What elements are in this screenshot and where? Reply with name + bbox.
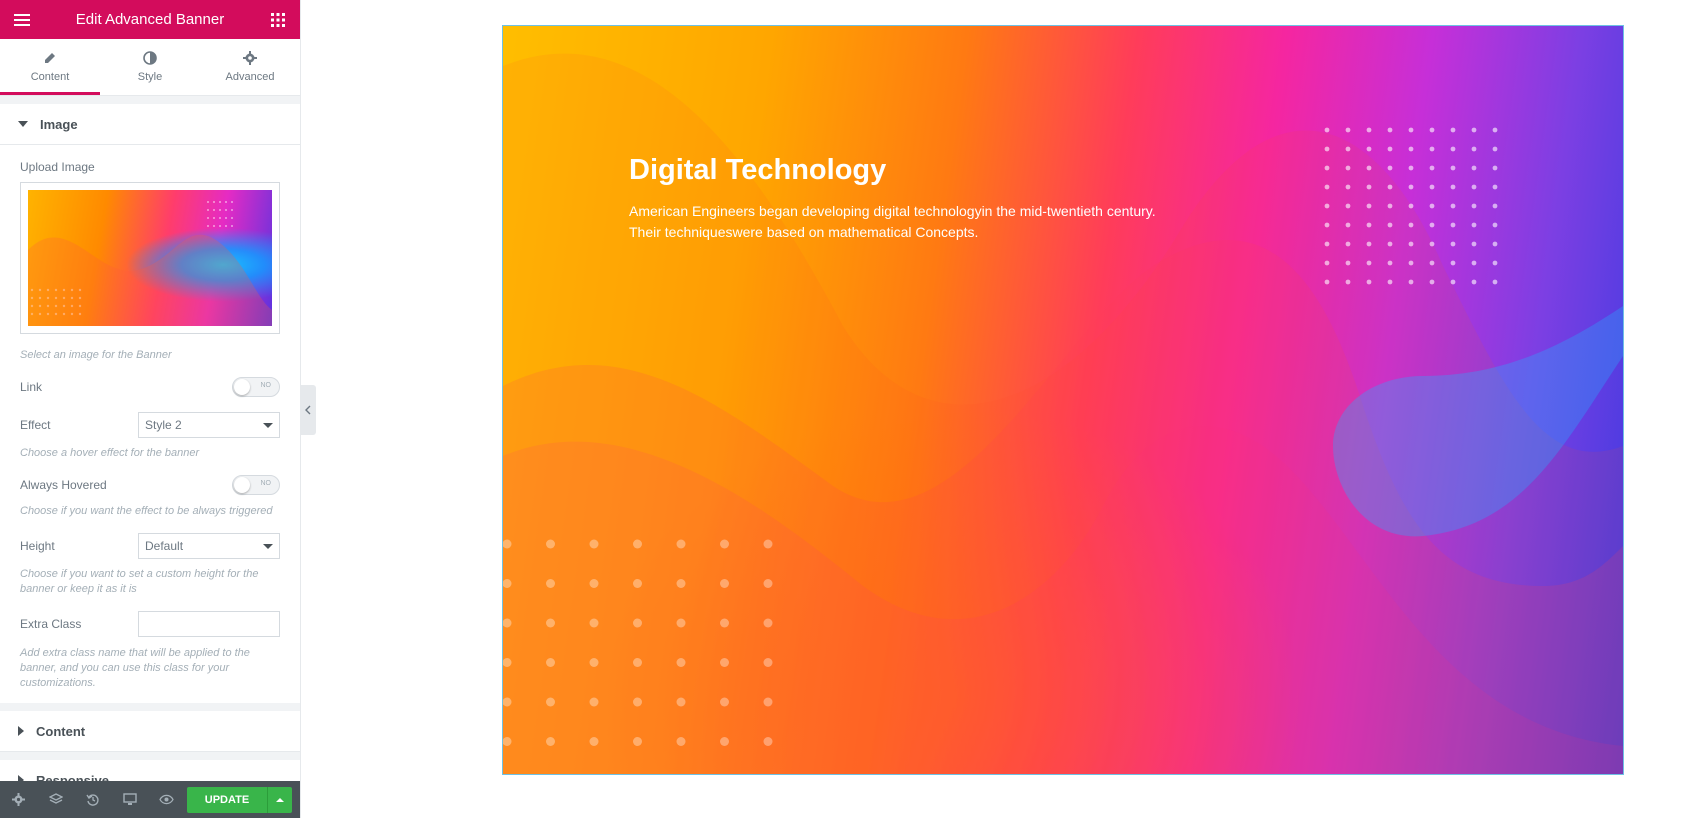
tab-advanced[interactable]: Advanced: [200, 39, 300, 95]
always-hovered-label: Always Hovered: [20, 478, 107, 492]
banner-description: American Engineers began developing digi…: [629, 201, 1189, 243]
responsive-desktop-icon[interactable]: [111, 781, 148, 818]
banner-caption: Digital Technology American Engineers be…: [629, 154, 1189, 243]
always-hovered-toggle-text: NO: [260, 480, 272, 487]
tab-style[interactable]: Style: [100, 39, 200, 95]
hamburger-menu-icon[interactable]: [12, 10, 32, 30]
tab-content-label: Content: [30, 70, 70, 83]
advanced-banner-preview[interactable]: Digital Technology American Engineers be…: [502, 25, 1624, 775]
dropdown-arrow-icon: [263, 422, 273, 428]
banner-description-line2: Their techniqueswere based on mathematic…: [629, 224, 979, 240]
effect-label: Effect: [20, 418, 51, 432]
height-hint: Choose if you want to set a custom heigh…: [20, 568, 259, 595]
section-image-title: Image: [40, 116, 78, 132]
height-select-value: Default: [145, 539, 184, 553]
widgets-grid-icon[interactable]: [268, 10, 288, 30]
link-toggle[interactable]: NO: [232, 377, 280, 397]
height-label: Height: [20, 539, 55, 553]
dropdown-arrow-icon: [263, 543, 273, 549]
effect-select-value: Style 2: [145, 418, 182, 432]
save-options-button[interactable]: [267, 786, 292, 813]
caret-right-icon: [18, 726, 24, 736]
effect-select[interactable]: Style 2: [138, 412, 280, 438]
half-circle-icon: [143, 49, 157, 67]
panel-tabs: Content Style Advanced: [0, 39, 300, 96]
extra-class-hint: Add extra class name that will be applie…: [20, 647, 250, 689]
toggle-knob: [234, 379, 250, 395]
section-content-toggle[interactable]: Content: [0, 711, 300, 752]
link-label: Link: [20, 380, 43, 394]
chevron-left-icon: [305, 405, 311, 415]
toggle-knob: [234, 477, 250, 493]
banner-title: Digital Technology: [629, 154, 887, 186]
link-row: Link NO: [20, 377, 280, 397]
editor-panel: Edit Advanced Banner Content Style Advan…: [0, 0, 301, 818]
divider: [0, 703, 300, 711]
panel-title: Edit Advanced Banner: [75, 11, 225, 28]
gear-icon: [243, 49, 257, 67]
image-upload-dropzone[interactable]: [20, 182, 280, 334]
upload-image-label: Upload Image: [20, 160, 95, 174]
image-section-body: Upload Image Select an image for the Ban…: [0, 160, 300, 691]
always-hovered-row: Always Hovered NO: [20, 475, 280, 495]
pencil-icon: [43, 49, 57, 67]
section-image-toggle[interactable]: Image: [0, 104, 300, 145]
tab-content[interactable]: Content: [0, 39, 100, 95]
update-button[interactable]: UPDATE: [187, 786, 267, 813]
collapse-panel-button[interactable]: [300, 385, 316, 435]
effect-row: Effect Style 2: [20, 412, 280, 438]
panel-footer: UPDATE: [0, 781, 300, 818]
always-hovered-hint: Choose if you want the effect to be alwa…: [20, 505, 273, 517]
settings-gear-icon[interactable]: [0, 781, 37, 818]
caret-down-icon: [18, 121, 28, 127]
always-hovered-toggle[interactable]: NO: [232, 475, 280, 495]
tab-advanced-label: Advanced: [225, 70, 275, 83]
upload-image-hint: Select an image for the Banner: [20, 349, 172, 361]
height-select[interactable]: Default: [138, 533, 280, 559]
preview-eye-icon[interactable]: [148, 781, 185, 818]
height-row: Height Default: [20, 533, 280, 559]
extra-class-row: Extra Class: [20, 611, 280, 637]
history-icon[interactable]: [74, 781, 111, 818]
panel-header: Edit Advanced Banner: [0, 0, 300, 39]
link-toggle-text: NO: [260, 382, 272, 389]
divider: [0, 752, 300, 760]
extra-class-label: Extra Class: [20, 617, 82, 631]
caret-up-icon: [276, 797, 284, 802]
effect-hint: Choose a hover effect for the banner: [20, 447, 200, 459]
layers-icon[interactable]: [37, 781, 74, 818]
tab-style-label: Style: [137, 70, 163, 83]
divider: [0, 96, 300, 104]
dot-pattern-graphic: [503, 127, 1498, 746]
extra-class-input[interactable]: [138, 611, 280, 637]
banner-image-thumbnail: [28, 190, 272, 326]
banner-description-line1: American Engineers began developing digi…: [629, 203, 1156, 219]
section-content-title: Content: [36, 723, 86, 739]
